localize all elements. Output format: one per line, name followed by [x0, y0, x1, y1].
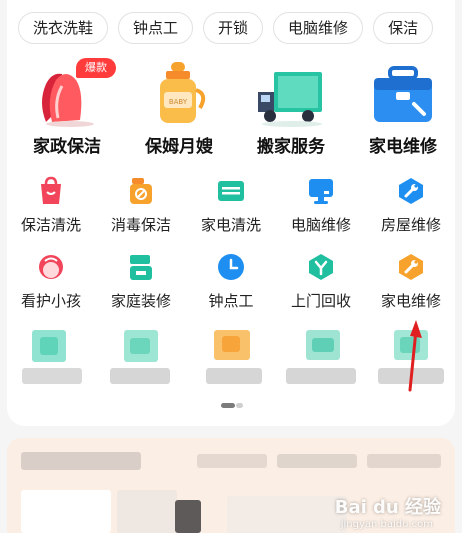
- page-dot: [236, 403, 243, 408]
- monitor-icon: [309, 179, 333, 204]
- wrench-icon: [399, 178, 423, 204]
- baidu-watermark-url: jingyan.baidu.com: [340, 519, 433, 530]
- chip-computer-repair[interactable]: 电脑维修: [273, 12, 364, 44]
- service-hourly-worker[interactable]: 钟点工: [186, 252, 276, 322]
- moving-truck-icon: [258, 72, 322, 127]
- service-label: 看护小孩: [20, 292, 81, 310]
- service-label: 家庭装修: [110, 292, 171, 310]
- service-label: 电脑维修: [290, 216, 351, 234]
- blurred-label: [286, 368, 356, 384]
- disinfect-spray-icon: [130, 178, 152, 204]
- paint-roller-icon: [130, 255, 152, 280]
- hot-badge: 爆款: [76, 58, 116, 78]
- featured-label: 家电维修: [369, 137, 437, 157]
- service-label: 房屋维修: [380, 216, 441, 234]
- blurred-icon-core: [130, 338, 150, 354]
- blurred-icon-core: [222, 336, 240, 352]
- quick-chips: 洗衣洗鞋 钟点工 开锁 电脑维修 保洁: [18, 12, 434, 44]
- chip-unlock[interactable]: 开锁: [203, 12, 264, 44]
- cleaning-bag-icon: [41, 176, 61, 204]
- featured-label: 保姆月嫂: [145, 137, 213, 157]
- service-house-repair[interactable]: 房屋维修: [366, 176, 456, 246]
- red-arrow-annotation: [408, 320, 422, 392]
- blurred-banner-text: [367, 454, 441, 468]
- recycle-icon: [309, 254, 333, 280]
- blurred-label: [110, 368, 170, 384]
- featured-label: 家政保洁: [33, 137, 101, 157]
- service-childcare[interactable]: 看护小孩: [6, 252, 96, 322]
- service-appliance-clean[interactable]: 家电清洗: [186, 176, 276, 246]
- blurred-label: [206, 368, 262, 384]
- blurred-banner-image: [175, 500, 201, 533]
- service-label: 保洁清洗: [20, 216, 81, 234]
- blurred-banner-image: [21, 490, 111, 533]
- baidu-watermark: Bai du 经验: [334, 497, 441, 518]
- chip-cleaning[interactable]: 保洁: [373, 12, 434, 44]
- blurred-banner-text: [197, 454, 267, 468]
- blurred-icon-core: [40, 337, 58, 355]
- blurred-icon-core: [312, 338, 334, 352]
- svg-text:BABY: BABY: [169, 98, 188, 106]
- service-label: 上门回收: [290, 292, 351, 310]
- service-label: 家电维修: [380, 292, 441, 310]
- service-label: 消毒保洁: [110, 216, 171, 234]
- blurred-label: [22, 368, 82, 384]
- page-dot-active: [221, 403, 235, 408]
- service-cleaning-wash[interactable]: 保洁清洗: [6, 176, 96, 246]
- service-label: 家电清洗: [200, 216, 261, 234]
- clock-icon: [218, 254, 244, 280]
- service-label: 钟点工: [208, 292, 254, 310]
- service-appliance-repair[interactable]: 家电维修: [366, 252, 456, 322]
- page-indicator: [221, 403, 243, 408]
- blurred-banner-title: [21, 452, 141, 470]
- repair-wrench-icon: [399, 254, 423, 280]
- appliance-icon: [218, 181, 244, 201]
- child-face-icon: [39, 255, 63, 279]
- blurred-banner-image: [117, 490, 177, 533]
- baby-bottle-icon: BABY: [160, 62, 206, 123]
- blurred-banner-text: [277, 454, 357, 468]
- featured-services: 爆款 家政保洁 BABY 保姆月嫂 搬家服务 家电维修: [0, 58, 462, 158]
- chip-laundry[interactable]: 洗衣洗鞋: [18, 12, 109, 44]
- promo-banner[interactable]: Bai du 经验 jingyan.baidu.com: [7, 438, 455, 533]
- service-computer-repair[interactable]: 电脑维修: [276, 176, 366, 246]
- service-disinfect[interactable]: 消毒保洁: [96, 176, 186, 246]
- blurred-banner-image: [227, 496, 347, 533]
- chip-hourly-worker[interactable]: 钟点工: [118, 12, 194, 44]
- service-home-renovation[interactable]: 家庭装修: [96, 252, 186, 322]
- toolbox-icon: [374, 66, 432, 122]
- featured-label: 搬家服务: [257, 137, 325, 157]
- service-recycling[interactable]: 上门回收: [276, 252, 366, 322]
